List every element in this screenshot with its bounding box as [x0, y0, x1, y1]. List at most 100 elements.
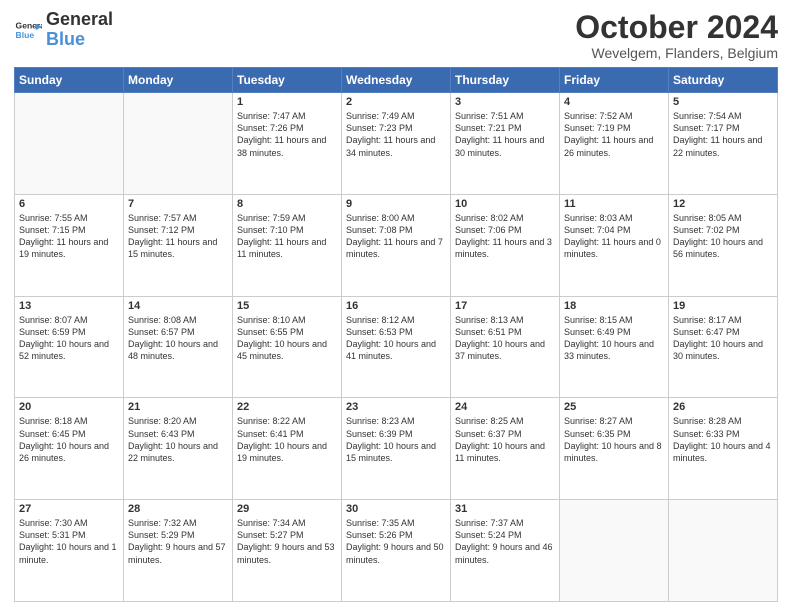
calendar-cell: 4Sunrise: 7:52 AM Sunset: 7:19 PM Daylig… [560, 93, 669, 195]
day-number: 2 [346, 96, 446, 108]
calendar-cell: 27 Sunrise: 7:30 AM Sunset: 5:31 PM Dayli… [15, 500, 124, 602]
calendar-cell: 20 Sunrise: 8:18 AM Sunset: 6:45 PM Dayli… [15, 398, 124, 500]
calendar-week-2: 13 Sunrise: 8:07 AM Sunset: 6:59 PM Dayli… [15, 296, 778, 398]
calendar-cell: 5 Sunrise: 7:54 AM Sunset: 7:17 PM Daylig… [669, 93, 778, 195]
day-info: Sunrise: 8:18 AM Sunset: 6:45 PM Dayligh… [19, 415, 119, 464]
subtitle: Wevelgem, Flanders, Belgium [575, 45, 778, 61]
day-number: 26 [673, 401, 773, 413]
day-number: 27 [19, 503, 119, 515]
calendar-cell: 25 Sunrise: 8:27 AM Sunset: 6:35 PM Dayli… [560, 398, 669, 500]
day-number: 1 [237, 96, 337, 108]
day-number: 25 [564, 401, 664, 413]
day-number: 22 [237, 401, 337, 413]
calendar-cell: 19Sunrise: 8:17 AM Sunset: 6:47 PM Dayli… [669, 296, 778, 398]
calendar-cell: 2 Sunrise: 7:49 AM Sunset: 7:23 PM Daylig… [342, 93, 451, 195]
day-info: Sunrise: 7:51 AM Sunset: 7:21 PM Dayligh… [455, 110, 555, 159]
calendar-header: Sunday Monday Tuesday Wednesday Thursday… [15, 68, 778, 93]
calendar-cell: 8 Sunrise: 7:59 AM Sunset: 7:10 PM Daylig… [233, 194, 342, 296]
calendar-week-1: 6Sunrise: 7:55 AM Sunset: 7:15 PM Daylig… [15, 194, 778, 296]
calendar-week-0: 1 Sunrise: 7:47 AM Sunset: 7:26 PM Daylig… [15, 93, 778, 195]
day-number: 29 [237, 503, 337, 515]
day-info: Sunrise: 7:32 AM Sunset: 5:29 PM Dayligh… [128, 517, 228, 566]
day-number: 31 [455, 503, 555, 515]
day-number: 12 [673, 198, 773, 210]
day-number: 15 [237, 300, 337, 312]
day-info: Sunrise: 7:54 AM Sunset: 7:17 PM Dayligh… [673, 110, 773, 159]
day-number: 20 [19, 401, 119, 413]
day-number: 24 [455, 401, 555, 413]
day-info: Sunrise: 7:49 AM Sunset: 7:23 PM Dayligh… [346, 110, 446, 159]
day-number: 13 [19, 300, 119, 312]
day-info: Sunrise: 8:02 AM Sunset: 7:06 PM Dayligh… [455, 212, 555, 261]
day-number: 11 [564, 198, 664, 210]
calendar-cell: 30 Sunrise: 7:35 AM Sunset: 5:26 PM Dayli… [342, 500, 451, 602]
day-info: Sunrise: 8:20 AM Sunset: 6:43 PM Dayligh… [128, 415, 228, 464]
logo-icon: General Blue [14, 16, 42, 44]
day-info: Sunrise: 8:28 AM Sunset: 6:33 PM Dayligh… [673, 415, 773, 464]
day-info: Sunrise: 8:25 AM Sunset: 6:37 PM Dayligh… [455, 415, 555, 464]
col-thursday: Thursday [451, 68, 560, 93]
calendar-cell: 21 Sunrise: 8:20 AM Sunset: 6:43 PM Dayli… [124, 398, 233, 500]
calendar-cell: 22 Sunrise: 8:22 AM Sunset: 6:41 PM Dayli… [233, 398, 342, 500]
logo-text: GeneralBlue [46, 10, 113, 50]
calendar-cell: 9 Sunrise: 8:00 AM Sunset: 7:08 PM Daylig… [342, 194, 451, 296]
day-info: Sunrise: 8:03 AM Sunset: 7:04 PM Dayligh… [564, 212, 664, 261]
day-number: 16 [346, 300, 446, 312]
day-info: Sunrise: 8:23 AM Sunset: 6:39 PM Dayligh… [346, 415, 446, 464]
day-info: Sunrise: 7:34 AM Sunset: 5:27 PM Dayligh… [237, 517, 337, 566]
calendar-cell: 16 Sunrise: 8:12 AM Sunset: 6:53 PM Dayli… [342, 296, 451, 398]
day-number: 28 [128, 503, 228, 515]
col-saturday: Saturday [669, 68, 778, 93]
calendar-cell: 23Sunrise: 8:23 AM Sunset: 6:39 PM Dayli… [342, 398, 451, 500]
day-info: Sunrise: 7:59 AM Sunset: 7:10 PM Dayligh… [237, 212, 337, 261]
day-info: Sunrise: 8:10 AM Sunset: 6:55 PM Dayligh… [237, 314, 337, 363]
calendar-cell: 15 Sunrise: 8:10 AM Sunset: 6:55 PM Dayli… [233, 296, 342, 398]
day-number: 5 [673, 96, 773, 108]
day-number: 30 [346, 503, 446, 515]
calendar-cell [669, 500, 778, 602]
col-monday: Monday [124, 68, 233, 93]
calendar-cell: 26 Sunrise: 8:28 AM Sunset: 6:33 PM Dayli… [669, 398, 778, 500]
calendar-cell: 18Sunrise: 8:15 AM Sunset: 6:49 PM Dayli… [560, 296, 669, 398]
logo: General Blue GeneralBlue [14, 10, 113, 50]
calendar-cell [15, 93, 124, 195]
calendar-cell: 7 Sunrise: 7:57 AM Sunset: 7:12 PM Daylig… [124, 194, 233, 296]
day-info: Sunrise: 7:37 AM Sunset: 5:24 PM Dayligh… [455, 517, 555, 566]
page: General Blue GeneralBlue October 2024 We… [0, 0, 792, 612]
calendar-cell: 14 Sunrise: 8:08 AM Sunset: 6:57 PM Dayli… [124, 296, 233, 398]
day-info: Sunrise: 8:07 AM Sunset: 6:59 PM Dayligh… [19, 314, 119, 363]
day-info: Sunrise: 7:47 AM Sunset: 7:26 PM Dayligh… [237, 110, 337, 159]
day-number: 4 [564, 96, 664, 108]
calendar-cell: 6Sunrise: 7:55 AM Sunset: 7:15 PM Daylig… [15, 194, 124, 296]
day-info: Sunrise: 8:00 AM Sunset: 7:08 PM Dayligh… [346, 212, 446, 261]
day-number: 6 [19, 198, 119, 210]
day-info: Sunrise: 8:27 AM Sunset: 6:35 PM Dayligh… [564, 415, 664, 464]
day-info: Sunrise: 7:35 AM Sunset: 5:26 PM Dayligh… [346, 517, 446, 566]
calendar-cell: 12 Sunrise: 8:05 AM Sunset: 7:02 PM Dayli… [669, 194, 778, 296]
day-info: Sunrise: 8:17 AM Sunset: 6:47 PM Dayligh… [673, 314, 773, 363]
calendar-cell: 1 Sunrise: 7:47 AM Sunset: 7:26 PM Daylig… [233, 93, 342, 195]
day-number: 21 [128, 401, 228, 413]
day-info: Sunrise: 7:57 AM Sunset: 7:12 PM Dayligh… [128, 212, 228, 261]
calendar-week-3: 20 Sunrise: 8:18 AM Sunset: 6:45 PM Dayli… [15, 398, 778, 500]
day-number: 3 [455, 96, 555, 108]
day-info: Sunrise: 7:30 AM Sunset: 5:31 PM Dayligh… [19, 517, 119, 566]
day-info: Sunrise: 8:08 AM Sunset: 6:57 PM Dayligh… [128, 314, 228, 363]
main-title: October 2024 [575, 10, 778, 45]
day-info: Sunrise: 8:22 AM Sunset: 6:41 PM Dayligh… [237, 415, 337, 464]
day-number: 9 [346, 198, 446, 210]
day-number: 18 [564, 300, 664, 312]
calendar-cell: 24 Sunrise: 8:25 AM Sunset: 6:37 PM Dayli… [451, 398, 560, 500]
calendar-cell: 3 Sunrise: 7:51 AM Sunset: 7:21 PM Daylig… [451, 93, 560, 195]
day-info: Sunrise: 8:05 AM Sunset: 7:02 PM Dayligh… [673, 212, 773, 261]
calendar-cell [560, 500, 669, 602]
calendar-cell: 31 Sunrise: 7:37 AM Sunset: 5:24 PM Dayli… [451, 500, 560, 602]
calendar-body: 1 Sunrise: 7:47 AM Sunset: 7:26 PM Daylig… [15, 93, 778, 602]
col-wednesday: Wednesday [342, 68, 451, 93]
day-info: Sunrise: 8:12 AM Sunset: 6:53 PM Dayligh… [346, 314, 446, 363]
col-friday: Friday [560, 68, 669, 93]
day-number: 14 [128, 300, 228, 312]
day-number: 8 [237, 198, 337, 210]
day-number: 7 [128, 198, 228, 210]
day-number: 10 [455, 198, 555, 210]
